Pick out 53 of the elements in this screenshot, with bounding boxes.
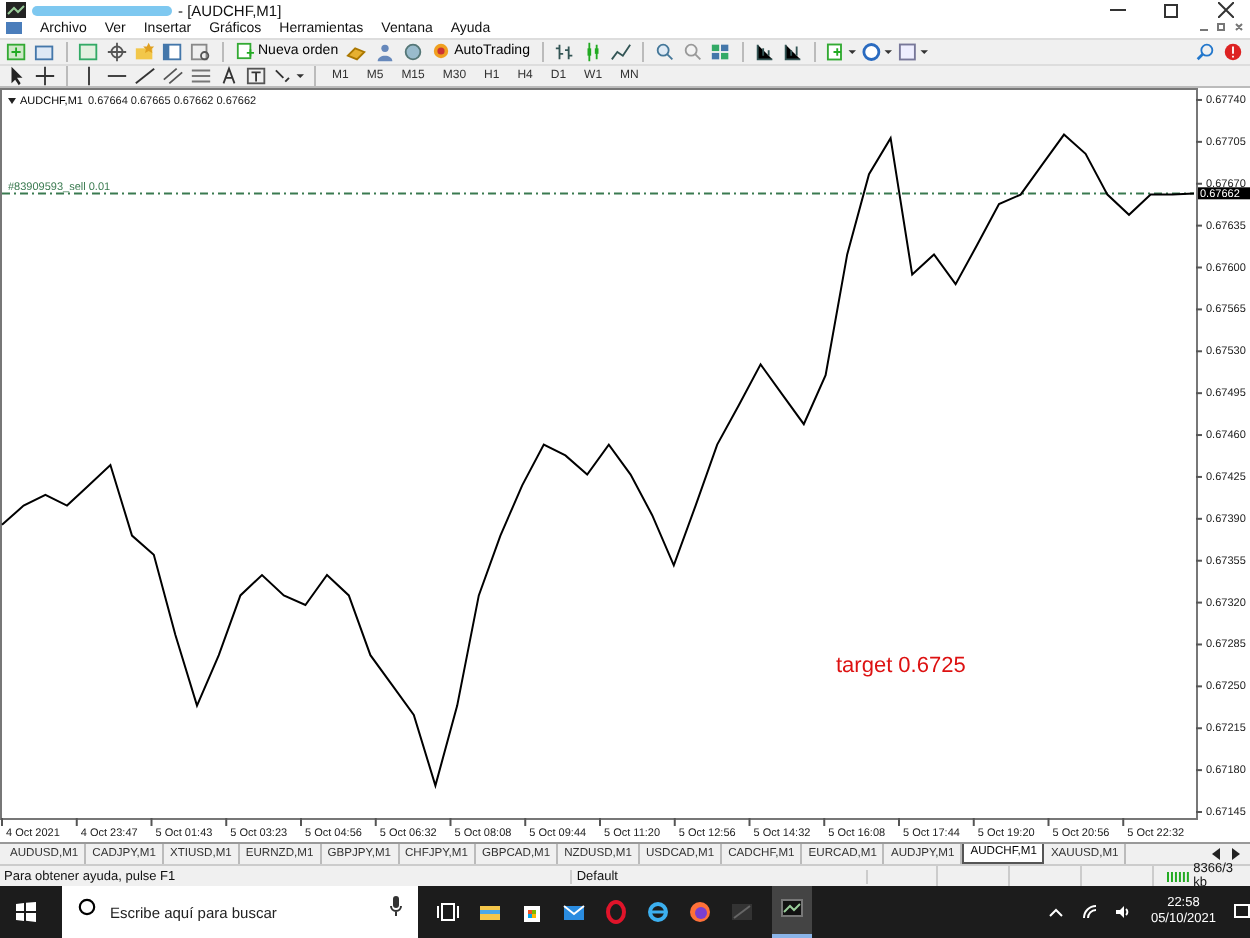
windows-start-icon[interactable]: [16, 902, 36, 922]
mail-icon[interactable]: [562, 900, 586, 924]
window-icon[interactable]: [162, 41, 184, 62]
bar-chart-icon[interactable]: [553, 41, 576, 62]
folder-icon[interactable]: [478, 900, 502, 924]
clock-icon[interactable]: [861, 41, 892, 62]
text-label-icon[interactable]: [246, 65, 268, 86]
store-bag-icon[interactable]: [520, 900, 544, 924]
fox-browser-icon[interactable]: [688, 900, 712, 924]
ring-browser-icon[interactable]: [604, 900, 628, 924]
child-window-controls-icon[interactable]: [1200, 22, 1244, 35]
person-icon[interactable]: [374, 41, 397, 62]
channel-icon[interactable]: [162, 65, 184, 86]
scroll-left-icon[interactable]: [1210, 847, 1222, 860]
crosshair-icon[interactable]: [106, 41, 128, 62]
order-line[interactable]: [1, 192, 1195, 195]
fibonacci-icon[interactable]: [190, 65, 212, 86]
active-taskbar-item[interactable]: [772, 886, 812, 938]
target-annotation: target 0.6725: [836, 653, 966, 678]
indicators-icon[interactable]: [825, 41, 856, 62]
tile-windows-icon[interactable]: [709, 41, 732, 62]
trendline-icon[interactable]: [134, 65, 156, 86]
notifications-icon[interactable]: [1234, 904, 1250, 920]
network-icon[interactable]: [1082, 904, 1099, 920]
speaker-icon[interactable]: [1116, 904, 1133, 920]
document-plus-icon: [236, 42, 254, 61]
dropdown-caret-icon[interactable]: [8, 97, 16, 104]
zoom-in-icon[interactable]: [653, 41, 676, 62]
app-logo-icon: [6, 2, 26, 19]
scroll-right-icon[interactable]: [1230, 847, 1242, 860]
tester-icon[interactable]: [190, 41, 212, 62]
search-icon[interactable]: [1194, 41, 1216, 62]
cursor-icon[interactable]: [6, 65, 28, 86]
target-icon: [432, 42, 451, 61]
crosshair-icon[interactable]: [34, 65, 56, 86]
restore-icon[interactable]: [1164, 2, 1180, 19]
task-view-icon[interactable]: [436, 900, 460, 924]
close-icon[interactable]: [1218, 2, 1234, 19]
ring-icon: [78, 898, 96, 916]
text-icon[interactable]: [218, 65, 240, 86]
arrows-icon[interactable]: [274, 65, 304, 86]
zoom-out-icon[interactable]: [681, 41, 704, 62]
line-chart-icon[interactable]: [609, 41, 632, 62]
globe-icon[interactable]: [402, 41, 425, 62]
notification-icon[interactable]: [1222, 41, 1244, 62]
templates-icon[interactable]: [897, 41, 928, 62]
connection-bars-icon: [1165, 870, 1190, 882]
e-browser-icon[interactable]: [646, 900, 670, 924]
redaction-scribble: [32, 5, 172, 16]
menu-icon[interactable]: [6, 20, 22, 37]
microphone-icon[interactable]: [390, 896, 402, 916]
caret-up-icon[interactable]: [1048, 904, 1065, 920]
profiles-icon[interactable]: [34, 41, 56, 62]
